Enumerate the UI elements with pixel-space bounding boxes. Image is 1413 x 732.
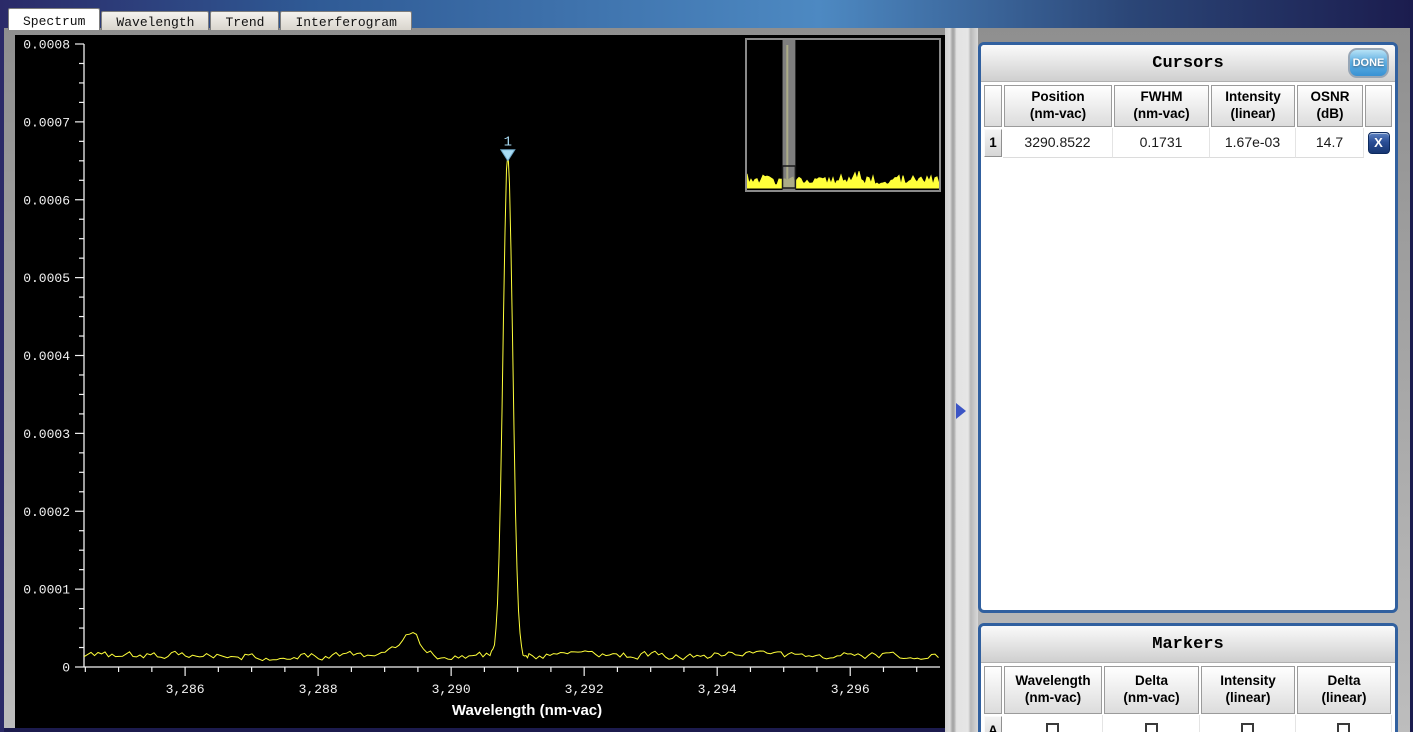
col-fwhm-l1: FWHM	[1141, 89, 1183, 104]
svg-text:1: 1	[504, 135, 512, 151]
col-marker-delta-nm-l1: Delta	[1135, 673, 1168, 688]
col-intensity-l1: Intensity	[1225, 89, 1281, 104]
col-intensity-l2: (linear)	[1230, 106, 1275, 121]
col-position-l1: Position	[1031, 89, 1084, 104]
tab-spectrum[interactable]: Spectrum	[8, 8, 100, 30]
tab-trend[interactable]: Trend	[210, 11, 279, 30]
delete-cursor-button[interactable]: X	[1368, 132, 1390, 154]
col-marker-delta-nm-l2: (nm-vac)	[1123, 690, 1179, 705]
tab-wavelength[interactable]: Wavelength	[101, 11, 209, 30]
marker-delta-nm-cell	[1103, 715, 1200, 732]
col-osnr: OSNR (dB)	[1297, 85, 1363, 127]
collapse-panel-arrow-icon[interactable]	[956, 403, 966, 419]
marker-row-letter: A	[984, 716, 1002, 732]
markers-panel-title: Markers	[1152, 635, 1223, 654]
cursor-fwhm-value: 0.1731	[1113, 128, 1210, 158]
col-intensity: Intensity (linear)	[1211, 85, 1295, 127]
cursors-table: Position (nm-vac) FWHM (nm-vac) Intensity (…	[983, 84, 1393, 158]
markers-gutter-header	[984, 666, 1002, 714]
overview-minimap[interactable]	[745, 38, 941, 192]
col-marker-delta-lin-l1: Delta	[1327, 673, 1360, 688]
col-marker-delta-nm: Delta (nm-vac)	[1104, 666, 1199, 714]
done-button[interactable]: DONE	[1348, 48, 1389, 78]
overview-minimap-canvas[interactable]	[747, 40, 939, 190]
col-osnr-l1: OSNR	[1310, 89, 1349, 104]
marker-intensity-cell	[1200, 715, 1296, 732]
marker-delta-lin-checkbox[interactable]	[1337, 723, 1350, 732]
cursor-osnr-value: 14.7	[1296, 128, 1364, 158]
col-fwhm: FWHM (nm-vac)	[1114, 85, 1209, 127]
col-marker-wavelength: Wavelength (nm-vac)	[1004, 666, 1102, 714]
svg-text:3,290: 3,290	[432, 682, 471, 697]
window-bottom-edge	[4, 728, 945, 732]
svg-text:0.0008: 0.0008	[23, 38, 70, 53]
col-marker-delta-lin: Delta (linear)	[1297, 666, 1391, 714]
col-delete-header	[1365, 85, 1392, 127]
cursors-panel: Cursors DONE Position (nm-vac) FWHM (nm-va…	[978, 42, 1398, 613]
marker-wavelength-cell	[1003, 715, 1103, 732]
cursor-position-value: 3290.8522	[1003, 128, 1113, 158]
wavelength-meter-app: { "window": { "tabs": [ { "label": "Spec…	[0, 0, 1413, 732]
svg-text:3,286: 3,286	[166, 682, 205, 697]
col-position-l2: (nm-vac)	[1030, 106, 1086, 121]
marker-intensity-checkbox[interactable]	[1241, 723, 1254, 732]
svg-text:0.0003: 0.0003	[23, 427, 70, 442]
svg-text:0.0007: 0.0007	[23, 115, 70, 130]
tab-interferogram[interactable]: Interferogram	[280, 11, 411, 30]
col-marker-delta-lin-l2: (linear)	[1321, 690, 1366, 705]
col-marker-intensity-l2: (linear)	[1225, 690, 1270, 705]
minimap-view-band[interactable]	[783, 40, 796, 190]
svg-text:3,292: 3,292	[565, 682, 604, 697]
markers-panel: Markers Wavelength (nm-vac) Delta (nm-vac)…	[978, 623, 1398, 732]
svg-text:3,288: 3,288	[299, 682, 338, 697]
marker-wavelength-checkbox[interactable]	[1046, 723, 1059, 732]
svg-text:0: 0	[62, 661, 70, 676]
cursors-panel-title: Cursors	[1152, 54, 1223, 73]
col-marker-intensity-l1: Intensity	[1220, 673, 1276, 688]
col-marker-wavelength-l2: (nm-vac)	[1025, 690, 1081, 705]
marker-delta-lin-cell	[1296, 715, 1392, 732]
cursor-row-number: 1	[984, 129, 1002, 157]
cursors-gutter-header	[984, 85, 1002, 127]
panel-splitter[interactable]	[945, 28, 978, 732]
col-fwhm-l2: (nm-vac)	[1133, 106, 1189, 121]
col-marker-wavelength-l1: Wavelength	[1015, 673, 1090, 688]
marker-delta-nm-checkbox[interactable]	[1145, 723, 1158, 732]
col-position: Position (nm-vac)	[1004, 85, 1112, 127]
cursor-delete-cell: X	[1364, 128, 1393, 158]
col-osnr-l2: (dB)	[1317, 106, 1344, 121]
svg-text:0.0005: 0.0005	[23, 271, 70, 286]
markers-panel-header: Markers	[981, 626, 1395, 663]
svg-text:3,296: 3,296	[831, 682, 870, 697]
svg-text:0.0002: 0.0002	[23, 505, 70, 520]
svg-text:0.0004: 0.0004	[23, 349, 70, 364]
view-tabbar: Spectrum Wavelength Trend Interferogram	[8, 8, 413, 30]
markers-table: Wavelength (nm-vac) Delta (nm-vac) Intensi…	[983, 665, 1393, 732]
col-marker-intensity: Intensity (linear)	[1201, 666, 1295, 714]
svg-text:3,294: 3,294	[698, 682, 737, 697]
svg-text:0.0006: 0.0006	[23, 193, 70, 208]
cursors-panel-header: Cursors DONE	[981, 45, 1395, 82]
svg-text:0.0001: 0.0001	[23, 583, 70, 598]
cursor-intensity-value: 1.67e-03	[1210, 128, 1296, 158]
svg-text:Wavelength (nm-vac): Wavelength (nm-vac)	[452, 702, 602, 719]
